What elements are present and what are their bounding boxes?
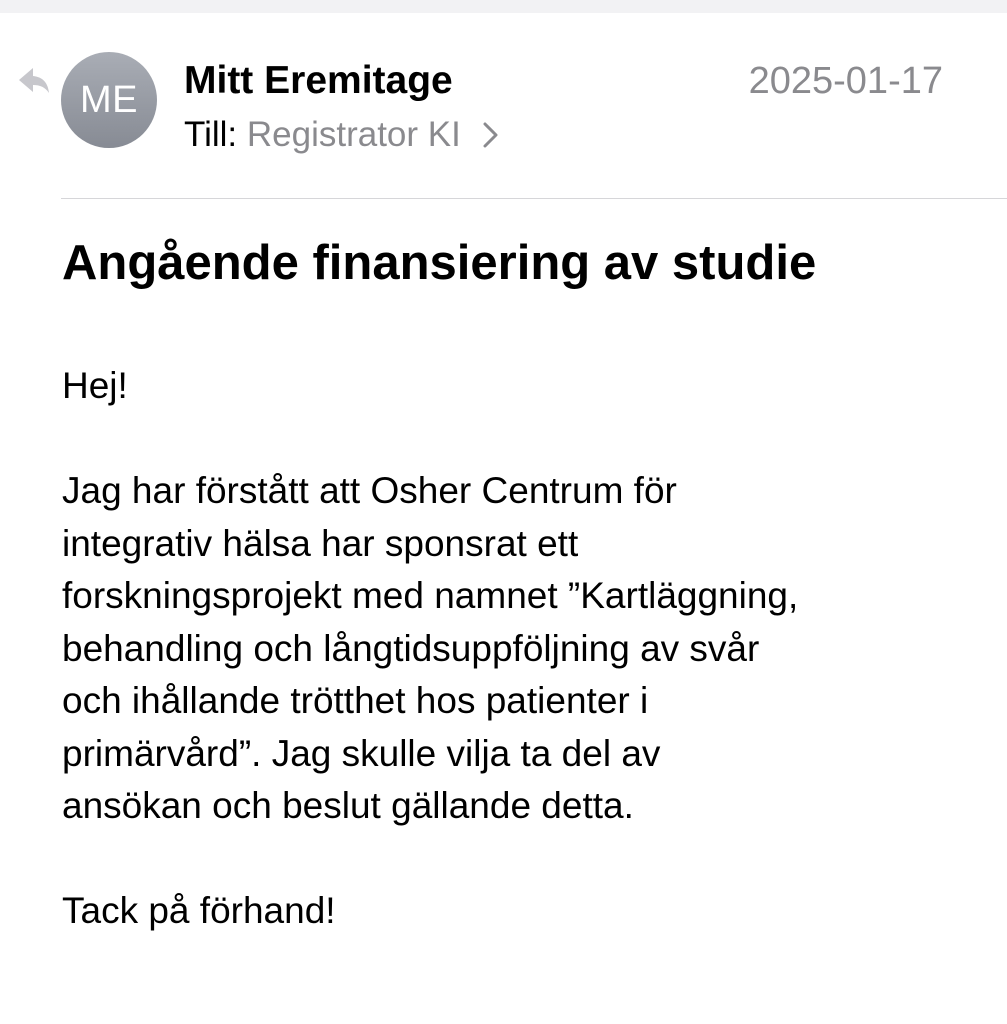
body-line: ansökan och beslut gällande detta.: [62, 785, 634, 826]
sender-name[interactable]: Mitt Eremitage: [184, 58, 453, 104]
avatar[interactable]: ME: [61, 52, 157, 148]
body-line: Jag har förstått att Osher Centrum för: [62, 470, 677, 511]
recipient-name[interactable]: Registrator KI: [247, 115, 461, 154]
to-label: Till:: [184, 115, 238, 154]
message-body: Hej! Jag har förstått att Osher Centrum …: [62, 360, 972, 938]
closing: Tack på förhand!: [62, 890, 336, 931]
chevron-right-icon[interactable]: [481, 121, 501, 149]
reply-arrow-icon: [19, 68, 49, 93]
body-line: integrativ hälsa har sponsrat ett: [62, 522, 579, 564]
greeting: Hej!: [62, 365, 128, 406]
message-subject: Angående finansiering av studie: [62, 236, 817, 290]
body-line: behandling och långtidsuppföljning av sv…: [62, 627, 760, 669]
header-divider: [61, 198, 1007, 199]
body-line: och ihållande trötthet hos patienter i: [62, 680, 649, 721]
recipient-line[interactable]: Till: Registrator KI: [184, 113, 501, 157]
top-strip: [0, 0, 1007, 13]
body-line: forskningsprojekt med namnet ”Kartläggni…: [62, 575, 799, 616]
message-date: 2025-01-17: [748, 60, 943, 102]
body-line: primärvård”. Jag skulle vilja ta del av: [62, 732, 661, 774]
